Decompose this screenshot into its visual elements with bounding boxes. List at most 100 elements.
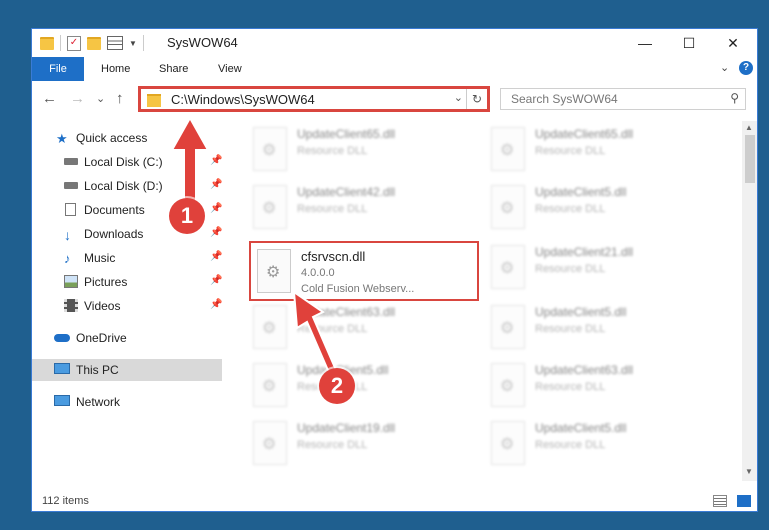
list-item[interactable]: UpdateClient42.dll Resource DLL: [247, 179, 477, 235]
pin-icon[interactable]: 📌: [210, 155, 222, 166]
dll-file-icon: [491, 185, 525, 229]
title-bar: ✓ ▼ SysWOW64 — ☐ ✕: [32, 29, 757, 57]
scrollbar-thumb[interactable]: [745, 135, 755, 183]
qat-customize-icon[interactable]: ▼: [129, 39, 137, 48]
tab-file[interactable]: File: [32, 57, 84, 81]
sidebar-item-label: Pictures: [84, 275, 128, 289]
sidebar-item-label: Local Disk (C:): [84, 155, 163, 169]
list-item[interactable]: UpdateClient21.dll Resource DLL: [485, 239, 715, 295]
minimize-button[interactable]: —: [623, 29, 667, 57]
sidebar-item-label: Local Disk (D:): [84, 179, 163, 193]
file-type: Resource DLL: [535, 203, 606, 215]
maximize-button[interactable]: ☐: [667, 29, 711, 57]
file-name: UpdateClient65.dll: [535, 127, 634, 141]
file-type: Resource DLL: [535, 323, 606, 335]
large-icons-view-icon[interactable]: [737, 495, 751, 507]
properties-check-icon[interactable]: ✓: [67, 35, 81, 51]
file-type: Resource DLL: [535, 439, 606, 451]
pin-icon[interactable]: 📌: [210, 299, 222, 310]
list-item[interactable]: UpdateClient63.dll Resource DLL: [247, 299, 477, 355]
list-item[interactable]: UpdateClient65.dll Resource DLL: [485, 121, 715, 177]
help-icon[interactable]: ?: [739, 61, 753, 75]
file-name: UpdateClient5.dll: [535, 185, 627, 199]
file-name: UpdateClient5.dll: [535, 305, 627, 319]
file-type: Resource DLL: [297, 203, 368, 215]
sidebar-item-onedrive[interactable]: OneDrive: [32, 327, 222, 349]
selected-file-cfsrvscn[interactable]: cfsrvscn.dll 4.0.0.0 Cold Fusion Webserv…: [249, 241, 479, 301]
sidebar-item-network[interactable]: Network: [32, 391, 222, 413]
ribbon: File Home Share View ⌄ ?: [32, 57, 757, 82]
download-icon: ↓: [64, 227, 71, 243]
search-icon[interactable]: ⚲: [730, 91, 739, 105]
pin-icon[interactable]: 📌: [210, 227, 222, 238]
list-item[interactable]: UpdateClient5.dll Resource DLL: [247, 357, 477, 413]
sidebar-item-videos[interactable]: Videos 📌: [32, 295, 222, 317]
file-version: 4.0.0.0: [301, 267, 335, 279]
dll-file-icon: [253, 185, 287, 229]
file-name: UpdateClient19.dll: [297, 421, 396, 435]
close-button[interactable]: ✕: [711, 29, 755, 57]
drive-icon: [64, 182, 78, 189]
network-icon: [54, 395, 70, 406]
star-icon: ★: [56, 131, 68, 146]
sidebar-item-local-disk-c[interactable]: Local Disk (C:) 📌: [32, 151, 222, 173]
up-button[interactable]: ↑: [116, 90, 124, 107]
computer-icon: [54, 363, 70, 374]
address-path[interactable]: C:\Windows\SysWOW64: [171, 92, 315, 107]
sidebar-item-quick-access[interactable]: ★ Quick access: [32, 127, 222, 149]
address-bar[interactable]: C:\Windows\SysWOW64 ⌄ ↻: [138, 86, 490, 112]
tab-home[interactable]: Home: [101, 57, 130, 81]
file-type: Resource DLL: [535, 381, 606, 393]
sidebar-item-local-disk-d[interactable]: Local Disk (D:) 📌: [32, 175, 222, 197]
file-name: UpdateClient63.dll: [297, 305, 396, 319]
forward-button[interactable]: →: [70, 90, 85, 107]
sidebar-item-label: Quick access: [76, 131, 148, 145]
dll-file-icon: [491, 363, 525, 407]
list-item[interactable]: UpdateClient63.dll Resource DLL: [485, 357, 715, 413]
address-dropdown-icon[interactable]: ⌄: [454, 91, 463, 104]
toolbar-separator: [60, 35, 61, 51]
list-item[interactable]: UpdateClient65.dll Resource DLL: [247, 121, 477, 177]
sidebar-item-this-pc[interactable]: This PC: [32, 359, 222, 381]
dll-file-icon: [253, 127, 287, 171]
dll-file-icon: [253, 421, 287, 465]
navigation-pane: ★ Quick access Local Disk (C:) 📌 Local D…: [32, 125, 227, 473]
list-item[interactable]: UpdateClient19.dll Resource DLL: [247, 415, 477, 471]
videos-icon: [64, 299, 78, 312]
search-box[interactable]: Search SysWOW64 ⚲: [500, 88, 746, 110]
scroll-down-icon[interactable]: ▼: [745, 467, 753, 476]
properties-icon[interactable]: [107, 36, 123, 50]
explorer-window: ✓ ▼ SysWOW64 — ☐ ✕ File Home Share View …: [31, 28, 758, 512]
pin-icon[interactable]: 📌: [210, 275, 222, 286]
vertical-scrollbar[interactable]: ▲ ▼: [742, 121, 757, 481]
dll-file-icon: [253, 363, 287, 407]
file-type: Resource DLL: [535, 263, 606, 275]
sidebar-item-label: Music: [84, 251, 116, 265]
search-input[interactable]: Search SysWOW64: [511, 92, 618, 106]
ribbon-expand-icon[interactable]: ⌄: [720, 61, 729, 74]
refresh-button[interactable]: ↻: [466, 89, 487, 109]
quick-access-toolbar: ✓ ▼: [40, 35, 144, 51]
tab-share[interactable]: Share: [159, 57, 188, 81]
pin-icon[interactable]: 📌: [210, 179, 222, 190]
list-item[interactable]: UpdateClient5.dll Resource DLL: [485, 179, 715, 235]
sidebar-item-music[interactable]: ♪ Music 📌: [32, 247, 222, 269]
window-title: SysWOW64: [167, 35, 238, 50]
recent-locations-button[interactable]: ⌄: [96, 92, 105, 105]
file-name: cfsrvscn.dll: [301, 249, 366, 264]
back-button[interactable]: ←: [42, 90, 57, 107]
dll-file-icon: [253, 305, 287, 349]
sidebar-item-label: Network: [76, 395, 121, 409]
sidebar-item-pictures[interactable]: Pictures 📌: [32, 271, 222, 293]
new-folder-icon[interactable]: [87, 36, 101, 50]
list-item[interactable]: UpdateClient5.dll Resource DLL: [485, 299, 715, 355]
pictures-icon: [64, 275, 78, 288]
pin-icon[interactable]: 📌: [210, 251, 222, 262]
scroll-up-icon[interactable]: ▲: [745, 123, 753, 132]
tab-view[interactable]: View: [218, 57, 242, 81]
dll-file-icon: [491, 421, 525, 465]
folder-icon[interactable]: [40, 36, 54, 50]
pin-icon[interactable]: 📌: [210, 203, 222, 214]
details-view-icon[interactable]: [713, 495, 727, 507]
list-item[interactable]: UpdateClient5.dll Resource DLL: [485, 415, 715, 471]
